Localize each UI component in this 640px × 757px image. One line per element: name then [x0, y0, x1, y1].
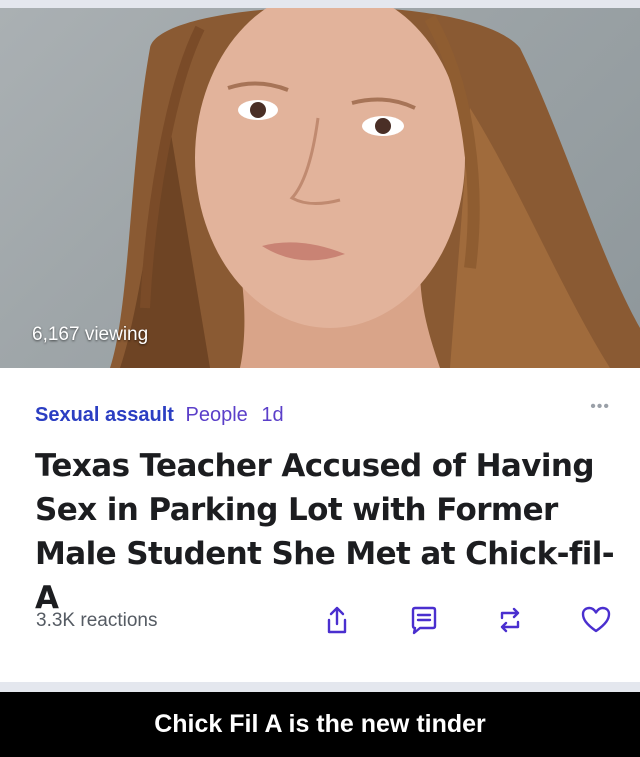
article-photo[interactable]: 6,167 viewing	[0, 8, 640, 368]
topic-tag[interactable]: Sexual assault	[35, 404, 174, 426]
share-icon	[327, 606, 347, 634]
more-options-button[interactable]: •••	[590, 398, 610, 416]
reactions-count[interactable]: 3.3K reactions	[36, 610, 157, 632]
card-divider	[0, 682, 640, 692]
post-age: 1d	[261, 404, 284, 426]
like-button[interactable]	[580, 604, 612, 636]
publisher-name[interactable]: People	[186, 404, 248, 426]
comment-button[interactable]	[408, 604, 440, 636]
portrait-image	[110, 8, 640, 368]
repost-icon	[500, 607, 520, 633]
comment-icon	[411, 606, 437, 635]
article-meta: Sexual assault People 1d	[35, 404, 284, 427]
share-button[interactable]	[321, 604, 353, 636]
top-strip	[0, 0, 640, 8]
viewer-count: 6,167 viewing	[32, 324, 149, 345]
article-card[interactable]: Sexual assault People 1d ••• Texas Teach…	[0, 368, 640, 682]
article-headline[interactable]: Texas Teacher Accused of Having Sex in P…	[35, 444, 615, 620]
heart-icon	[581, 606, 611, 633]
repost-button[interactable]	[494, 604, 526, 636]
meme-caption: Chick Fil A is the new tinder	[0, 692, 640, 757]
